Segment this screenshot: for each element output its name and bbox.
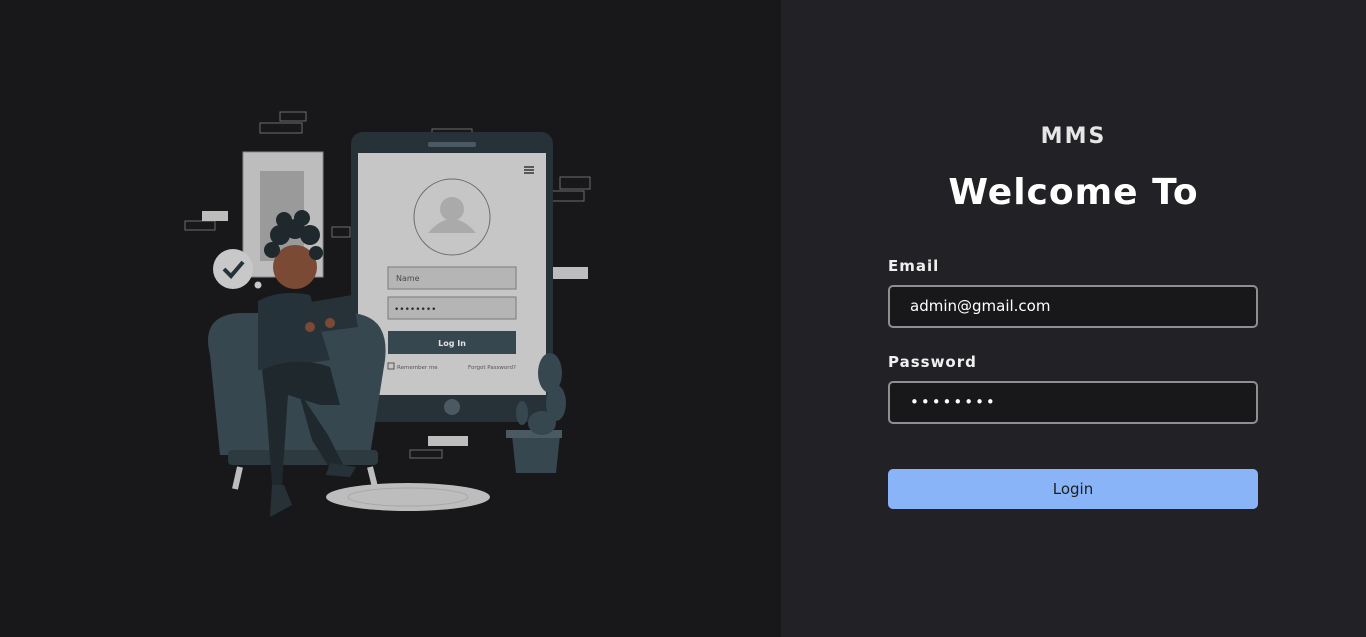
email-field[interactable]: admin@gmail.com <box>888 285 1258 328</box>
phone-login-button: Log In <box>438 339 466 348</box>
password-label: Password <box>888 353 977 371</box>
illustration-panel: Name •••••••• Log In Remember me Forgot … <box>0 0 781 637</box>
password-field[interactable]: •••••••• <box>888 381 1258 424</box>
phone-name-field: Name <box>396 274 420 283</box>
phone-forgot-text: Forgot Password? <box>468 365 516 371</box>
login-button[interactable]: Login <box>888 469 1258 509</box>
phone-remember-text: Remember me <box>397 365 438 371</box>
email-label: Email <box>888 257 940 275</box>
welcome-heading: Welcome To <box>948 172 1199 213</box>
login-panel: MMS Welcome To Email admin@gmail.com Pas… <box>781 0 1366 637</box>
login-illustration: Name •••••••• Log In Remember me Forgot … <box>184 111 591 517</box>
phone-password-field: •••••••• <box>394 305 436 315</box>
brand-title: MMS <box>1040 124 1107 149</box>
